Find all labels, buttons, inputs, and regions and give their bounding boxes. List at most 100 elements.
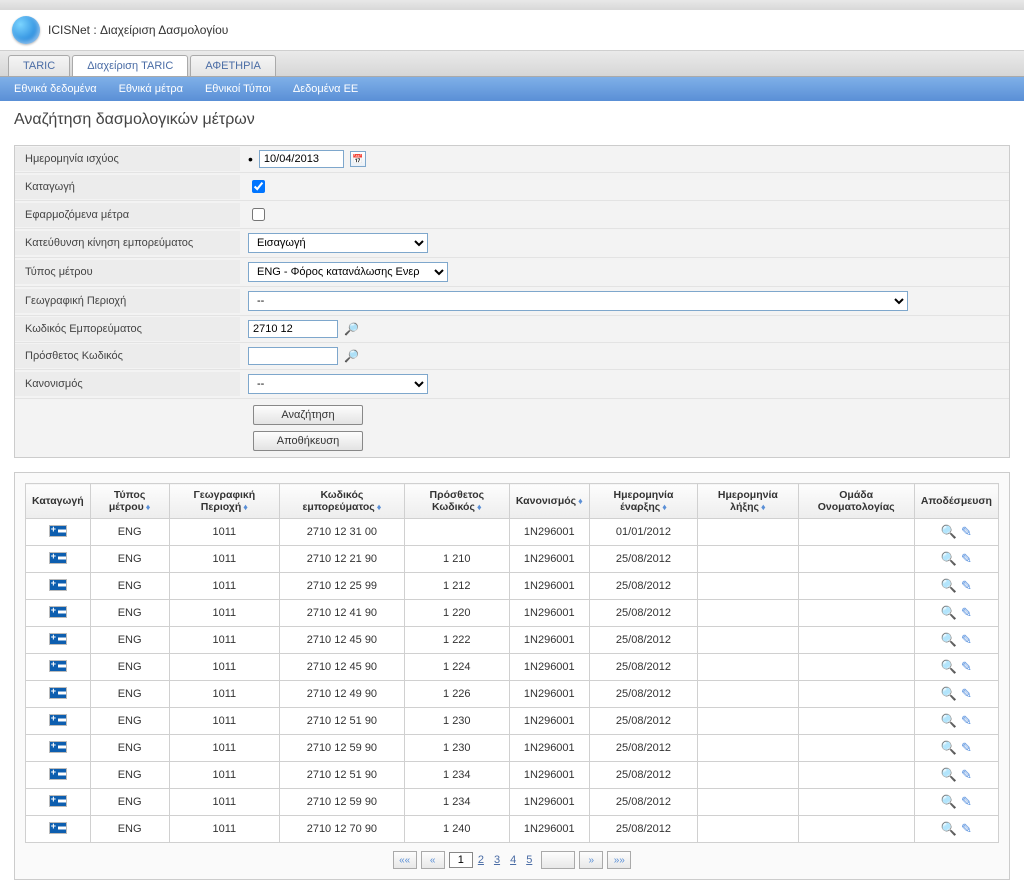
measure-type-select[interactable]: ENG - Φόρος κατανάλωσης Ενερ (248, 262, 448, 282)
col-regulation[interactable]: Κανονισμός♦ (509, 484, 589, 519)
edit-icon[interactable]: ✎ (961, 605, 972, 621)
geo-select[interactable]: -- (248, 291, 908, 311)
page-last-button[interactable]: »» (607, 851, 631, 869)
col-nomenclature-group[interactable]: Ομάδα Ονοματολογίας (798, 484, 914, 519)
flag-greece-icon (49, 660, 67, 672)
cell-end-date (698, 762, 798, 789)
cell-measure-type: ENG (90, 573, 169, 600)
search-button[interactable]: Αναζήτηση (253, 405, 363, 425)
tab-taric[interactable]: TARIC (8, 55, 70, 76)
direction-select[interactable]: Εισαγωγή (248, 233, 428, 253)
applied-measures-checkbox[interactable] (252, 208, 265, 221)
view-icon[interactable]: 🔍 (941, 578, 957, 594)
origin-checkbox[interactable] (252, 180, 265, 193)
cell-origin (26, 789, 91, 816)
cell-origin (26, 735, 91, 762)
page-first-button[interactable]: «« (393, 851, 417, 869)
cell-start-date: 25/08/2012 (589, 789, 697, 816)
col-origin[interactable]: Καταγωγή (26, 484, 91, 519)
tab-manage-taric[interactable]: Διαχείριση TARIC (72, 55, 188, 76)
col-end-date[interactable]: Ημερομηνία λήξης♦ (698, 484, 798, 519)
view-icon[interactable]: 🔍 (941, 632, 957, 648)
cell-start-date: 25/08/2012 (589, 627, 697, 654)
lookup-commodity-icon[interactable]: 🔎 (344, 322, 359, 336)
cell-measure-type: ENG (90, 654, 169, 681)
edit-icon[interactable]: ✎ (961, 821, 972, 837)
cell-end-date (698, 654, 798, 681)
cell-origin (26, 816, 91, 843)
tab-afetiria[interactable]: ΑΦΕΤΗΡΙΑ (190, 55, 276, 76)
view-icon[interactable]: 🔍 (941, 767, 957, 783)
additional-code-input[interactable] (248, 347, 338, 365)
col-commodity[interactable]: Κωδικός εμπορεύματος♦ (280, 484, 405, 519)
lookup-additional-code-icon[interactable]: 🔎 (344, 349, 359, 363)
label-commodity-code: Κωδικός Εμπορεύματος (15, 317, 240, 341)
page-number[interactable]: 2 (473, 854, 489, 866)
subtab-national-data[interactable]: Εθνικά δεδομένα (14, 83, 97, 95)
subtab-national-measures[interactable]: Εθνικά μέτρα (119, 83, 183, 95)
view-icon[interactable]: 🔍 (941, 551, 957, 567)
subtab-national-types[interactable]: Εθνικοί Τύποι (205, 83, 271, 95)
col-start-date[interactable]: Ημερομηνία έναρξης♦ (589, 484, 697, 519)
cell-start-date: 25/08/2012 (589, 600, 697, 627)
page-prev-button[interactable]: « (421, 851, 445, 869)
col-geo[interactable]: Γεωγραφική Περιοχή♦ (169, 484, 279, 519)
edit-icon[interactable]: ✎ (961, 740, 972, 756)
cell-commodity: 2710 12 51 90 (280, 708, 405, 735)
page-number[interactable]: 4 (505, 854, 521, 866)
cell-additional: 1 210 (404, 546, 509, 573)
view-icon[interactable]: 🔍 (941, 686, 957, 702)
view-icon[interactable]: 🔍 (941, 659, 957, 675)
view-icon[interactable]: 🔍 (941, 794, 957, 810)
cell-commodity: 2710 12 49 90 (280, 681, 405, 708)
cell-geo: 1011 (169, 546, 279, 573)
cell-additional: 1 230 (404, 708, 509, 735)
page-number[interactable]: 1 (449, 852, 473, 868)
edit-icon[interactable]: ✎ (961, 659, 972, 675)
page-number[interactable]: 3 (489, 854, 505, 866)
view-icon[interactable]: 🔍 (941, 713, 957, 729)
edit-icon[interactable]: ✎ (961, 794, 972, 810)
globe-icon (12, 16, 40, 44)
page-number[interactable]: 5 (521, 854, 537, 866)
flag-greece-icon (49, 687, 67, 699)
cell-geo: 1011 (169, 654, 279, 681)
cell-geo: 1011 (169, 627, 279, 654)
view-icon[interactable]: 🔍 (941, 605, 957, 621)
cell-end-date (698, 735, 798, 762)
edit-icon[interactable]: ✎ (961, 767, 972, 783)
save-button[interactable]: Αποθήκευση (253, 431, 363, 451)
view-icon[interactable]: 🔍 (941, 821, 957, 837)
results-panel: Καταγωγή Τύπος μέτρου♦ Γεωγραφική Περιοχ… (14, 472, 1010, 880)
cell-end-date (698, 708, 798, 735)
col-measure-type[interactable]: Τύπος μέτρου♦ (90, 484, 169, 519)
cell-origin (26, 708, 91, 735)
cell-nomenclature-group (798, 681, 914, 708)
label-direction: Κατεύθυνση κίνηση εμπορεύματος (15, 231, 240, 255)
page-next-button[interactable]: » (579, 851, 603, 869)
edit-icon[interactable]: ✎ (961, 713, 972, 729)
view-icon[interactable]: 🔍 (941, 740, 957, 756)
cell-regulation: 1N296001 (509, 546, 589, 573)
calendar-icon[interactable]: 📅 (350, 151, 366, 167)
col-release[interactable]: Αποδέσμευση (914, 484, 998, 519)
table-row: ENG10112710 12 59 901 2341N29600125/08/2… (26, 789, 999, 816)
cell-commodity: 2710 12 25 99 (280, 573, 405, 600)
col-additional[interactable]: Πρόσθετος Κωδικός♦ (404, 484, 509, 519)
page-goto-input[interactable] (541, 851, 575, 869)
view-icon[interactable]: 🔍 (941, 524, 957, 540)
sort-icon: ♦ (146, 502, 151, 512)
commodity-code-input[interactable] (248, 320, 338, 338)
flag-greece-icon (49, 606, 67, 618)
edit-icon[interactable]: ✎ (961, 686, 972, 702)
effective-date-input[interactable] (259, 150, 344, 168)
edit-icon[interactable]: ✎ (961, 578, 972, 594)
cell-actions: 🔍✎ (914, 519, 998, 546)
edit-icon[interactable]: ✎ (961, 632, 972, 648)
regulation-select[interactable]: -- (248, 374, 428, 394)
edit-icon[interactable]: ✎ (961, 551, 972, 567)
edit-icon[interactable]: ✎ (961, 524, 972, 540)
cell-regulation: 1N296001 (509, 681, 589, 708)
table-row: ENG10112710 12 25 991 2121N29600125/08/2… (26, 573, 999, 600)
subtab-eu-data[interactable]: Δεδομένα ΕΕ (293, 83, 358, 95)
